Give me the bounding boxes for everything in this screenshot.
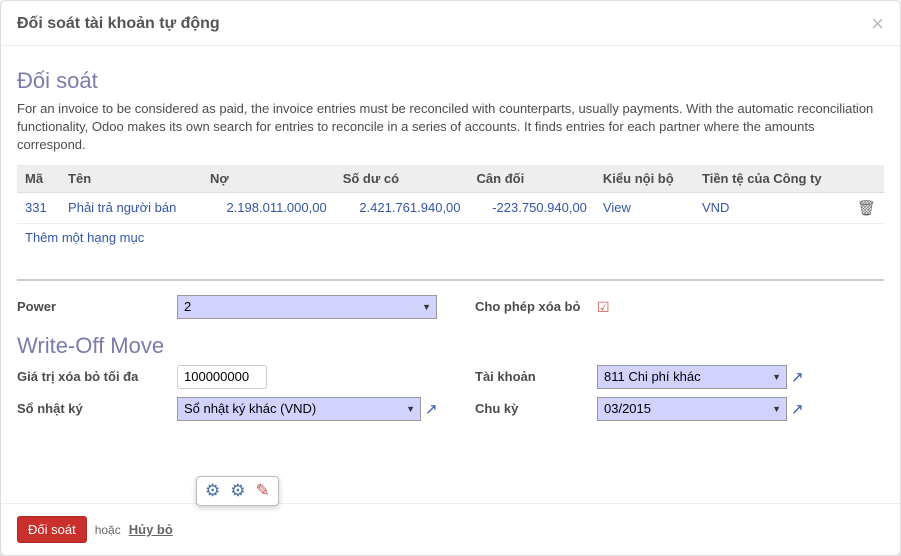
or-text: hoặc [95,523,121,537]
modal-header: Đối soát tài khoản tự động × [1,1,900,46]
modal-body: Đối soát For an invoice to be considered… [1,46,900,503]
cell-internal-type: View [595,192,694,223]
row-power: Power Cho phép xóa bỏ ☑ [17,295,884,319]
section-description: For an invoice to be considered as paid,… [17,100,884,155]
allow-writeoff-checkbox[interactable]: ☑ [597,300,611,314]
col-internal-type: Kiểu nội bộ [595,165,694,193]
cell-currency: VND [694,192,849,223]
period-external-link-icon[interactable]: ↗ [791,400,804,418]
reconcile-button[interactable]: Đối soát [17,516,87,543]
power-select[interactable] [177,295,437,319]
modal-title: Đối soát tài khoản tự động [17,15,220,33]
accounts-table: Mã Tên Nợ Số dư có Cân đối Kiểu nội bộ T… [17,165,884,251]
divider [17,279,884,281]
max-writeoff-label: Giá trị xóa bỏ tối đa [17,369,177,384]
journal-label: Sổ nhật ký [17,401,177,416]
cell-code[interactable]: 331 [17,192,60,223]
col-currency: Tiền tệ của Công ty [694,165,849,193]
section-heading: Đối soát [17,68,884,94]
wrench-icon[interactable]: ✎ [256,481,270,501]
modal-footer: Đối soát hoặc Hủy bỏ [1,503,900,555]
col-credit: Số dư có [335,165,469,193]
col-code: Mã [17,165,60,193]
period-label: Chu kỳ [467,401,597,416]
power-label: Power [17,299,177,314]
account-select[interactable] [597,365,787,389]
close-icon[interactable]: × [871,13,884,35]
max-writeoff-input[interactable] [177,365,267,389]
delete-row-icon[interactable]: 🗑 [849,192,884,223]
table-header-row: Mã Tên Nợ Số dư có Cân đối Kiểu nội bộ T… [17,165,884,193]
row-journal: Sổ nhật ký ↗ Chu kỳ ↗ [17,397,884,421]
cell-debit: 2.198.011.000,00 [202,192,335,223]
allow-writeoff-label: Cho phép xóa bỏ [467,299,597,314]
cancel-link[interactable]: Hủy bỏ [129,522,173,537]
gear-icon[interactable]: ⚙ [230,481,245,501]
col-debit: Nợ [202,165,335,193]
journal-dropdown-actions: ⚙ ⚙ ✎ [196,476,279,506]
journal-select[interactable] [177,397,421,421]
modal-dialog: Đối soát tài khoản tự động × Đối soát Fo… [0,0,901,556]
account-label: Tài khoản [467,369,597,384]
col-name: Tên [60,165,202,193]
add-item-link[interactable]: Thêm một hạng mục [25,222,152,253]
cell-balance: -223.750.940,00 [469,192,595,223]
account-external-link-icon[interactable]: ↗ [791,368,804,386]
cell-name[interactable]: Phải trả người bán [60,192,202,223]
writeoff-heading: Write-Off Move [17,333,884,359]
gear-icon[interactable]: ⚙ [205,481,220,501]
row-max-writeoff: Giá trị xóa bỏ tối đa Tài khoản ↗ [17,365,884,389]
col-balance: Cân đối [469,165,595,193]
table-row[interactable]: 331 Phải trả người bán 2.198.011.000,00 … [17,192,884,223]
col-actions [849,165,884,193]
journal-external-link-icon[interactable]: ↗ [425,400,438,418]
cell-credit: 2.421.761.940,00 [335,192,469,223]
period-select[interactable] [597,397,787,421]
